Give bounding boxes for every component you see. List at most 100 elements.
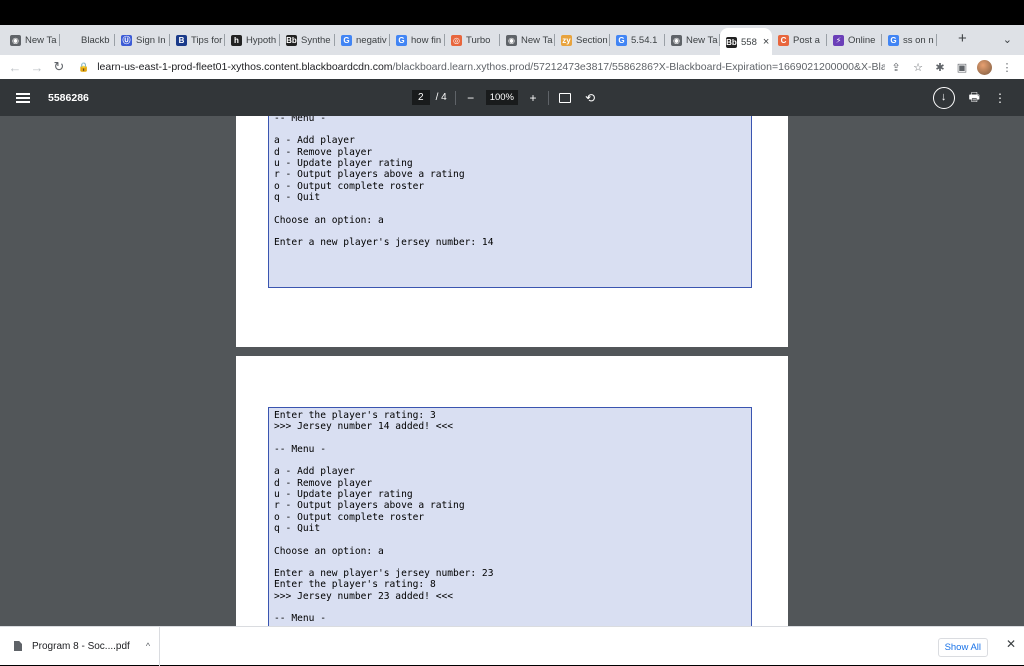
side-panel-icon[interactable]: ▣ — [951, 61, 973, 74]
pdf-page: Enter the player's rating: 7>>> Jersey n… — [236, 116, 788, 347]
fit-page-icon[interactable] — [559, 92, 571, 103]
download-filename: Program 8 - Soc....pdf — [32, 640, 130, 652]
tab-label: 5.54.1 — [631, 34, 658, 46]
browser-tab[interactable]: zy Section — [555, 28, 610, 52]
browser-tab[interactable]: Ghow fin — [390, 28, 445, 52]
download-item[interactable]: Program 8 - Soc....pdf ^ — [0, 626, 160, 666]
browser-tab[interactable]: Gss on n — [882, 28, 937, 52]
console-line: Choose an option: a — [274, 214, 384, 226]
tab-favicon-icon: ◉ — [10, 34, 21, 46]
forward-arrow-icon[interactable]: → — [26, 60, 48, 75]
tab-label: New Ta — [25, 34, 57, 46]
browser-tab[interactable]: ◉ New Ta — [665, 28, 720, 52]
tab-label: New Ta — [521, 34, 553, 46]
console-line: -- Menu - — [274, 443, 326, 455]
tab-label: New Ta — [686, 34, 718, 46]
browser-tab[interactable]: B Tips for — [170, 28, 225, 52]
tab-label: Online — [848, 34, 876, 46]
pdf-viewer[interactable]: Enter the player's rating: 7>>> Jersey n… — [0, 116, 1024, 626]
toolbar-divider — [454, 90, 456, 105]
tab-label: how fin — [411, 34, 442, 46]
zoom-in-icon[interactable]: + — [526, 91, 540, 105]
tab-label: Synthe — [301, 34, 331, 46]
pdf-page: Enter the player's rating: 3 >>> Jersey n… — [236, 356, 788, 626]
console-line: Enter a new player's jersey number: 23 — [274, 568, 494, 580]
browser-tab[interactable]: ◎ Turbo — [445, 28, 500, 52]
tab-strip: ◉ New Ta Blackb Ⓤ Sign In B Tips for h Hypoth Bb S… — [0, 25, 1024, 56]
document-title: 5586286 — [48, 91, 89, 104]
console-line: -- Menu - — [274, 613, 326, 625]
console-output-box: Enter the player's rating: 7>>> Jersey n… — [268, 116, 752, 288]
zoom-out-icon[interactable]: − — [464, 91, 478, 105]
show-all-button[interactable]: Show All — [937, 638, 988, 657]
console-line: >>> Jersey number 14 added! <<< — [274, 421, 454, 433]
more-options-icon[interactable]: ⋮ — [994, 91, 1006, 105]
console-line: -- Menu - — [274, 116, 326, 124]
console-line: u - Update player rating — [274, 158, 413, 170]
tab-favicon-icon: G — [396, 34, 407, 46]
share-icon[interactable]: ⇪ — [885, 61, 907, 74]
reload-icon[interactable]: ↻ — [48, 59, 70, 75]
new-tab-button[interactable]: + — [958, 30, 967, 47]
browser-tab[interactable]: Gnegativ — [335, 28, 390, 52]
tab-search-chevron-icon[interactable]: ⌄ — [1003, 33, 1012, 46]
menu-hamburger-icon[interactable] — [16, 91, 30, 105]
browser-tab[interactable]: ◉ New Ta — [500, 28, 555, 52]
os-top-bar — [0, 0, 1024, 25]
tab-favicon-icon: zy — [561, 34, 572, 46]
tab-favicon-icon: ⚡ — [833, 34, 844, 46]
tab-label: ss on n — [903, 34, 934, 46]
browser-menu-icon[interactable]: ⋮ — [996, 61, 1018, 74]
console-line: a - Add player — [274, 135, 355, 147]
console-line: Enter the player's rating: 8 — [274, 579, 436, 591]
tab-favicon-icon: ◎ — [451, 34, 462, 46]
zoom-level-input[interactable]: 100% — [485, 90, 518, 105]
close-icon[interactable]: ✕ — [1006, 637, 1016, 651]
tab-favicon-icon: G — [341, 34, 352, 46]
chevron-up-icon[interactable]: ^ — [146, 641, 150, 651]
tab-favicon-icon: B — [176, 34, 187, 46]
url-field[interactable]: 🔒 learn-us-east-1-prod-fleet01-xythos.co… — [70, 56, 885, 78]
profile-avatar[interactable] — [977, 59, 992, 75]
tab-label: Sign In — [136, 34, 166, 46]
back-arrow-icon[interactable]: ← — [4, 60, 26, 75]
browser-tab[interactable]: C Post a — [772, 28, 827, 52]
console-line: r - Output players above a rating — [274, 169, 465, 181]
lock-icon[interactable]: 🔒 — [78, 62, 89, 73]
address-bar: ← → ↻ 🔒 learn-us-east-1-prod-fleet01-xyt… — [0, 55, 1024, 79]
browser-tab[interactable]: ◉ New Ta — [4, 28, 60, 52]
console-line: d - Remove player — [274, 477, 373, 489]
downloads-bar: Program 8 - Soc....pdf ^ Show All ✕ — [0, 626, 1024, 666]
browser-tab[interactable]: Ⓤ Sign In — [115, 28, 170, 52]
tab-favicon-icon: Ⓤ — [121, 34, 132, 46]
extensions-puzzle-icon[interactable]: ✱ — [929, 61, 951, 74]
browser-tab[interactable]: ⚡ Online — [827, 28, 882, 52]
bookmark-star-icon[interactable]: ☆ — [907, 61, 929, 74]
tab-label: Hypoth — [246, 34, 277, 46]
console-line: Enter a new player's jersey number: 14 — [274, 237, 494, 249]
url-host: learn-us-east-1-prod-fleet01-xythos.cont… — [97, 61, 393, 73]
pdf-file-icon — [14, 641, 22, 651]
console-line: >>> Jersey number 23 added! <<< — [274, 590, 454, 602]
browser-tab[interactable]: Bb 558 × — [720, 28, 772, 56]
browser-tab[interactable]: Bb Synthe — [280, 28, 335, 52]
browser-tab[interactable]: h Hypoth — [225, 28, 280, 52]
tab-label: Tips for — [191, 34, 223, 46]
console-line: q - Quit — [274, 191, 321, 203]
browser-tab[interactable]: Blackb — [60, 28, 115, 52]
rotate-icon[interactable]: ⟲ — [585, 91, 595, 105]
print-icon[interactable]: 🖶 — [969, 88, 980, 109]
tab-close-icon[interactable]: × — [763, 36, 769, 48]
tab-favicon-icon: ◉ — [506, 34, 517, 46]
page-number-input[interactable]: 2 — [412, 90, 430, 105]
pdf-toolbar: 5586286 2 / 4 − 100% + ⟲ ↓ 🖶 ⋮ — [0, 79, 1024, 116]
console-line: u - Update player rating — [274, 489, 413, 501]
tab-favicon-icon: ◉ — [671, 34, 682, 46]
browser-tab[interactable]: G 5.54.1 — [610, 28, 665, 52]
download-icon[interactable]: ↓ — [932, 87, 955, 109]
